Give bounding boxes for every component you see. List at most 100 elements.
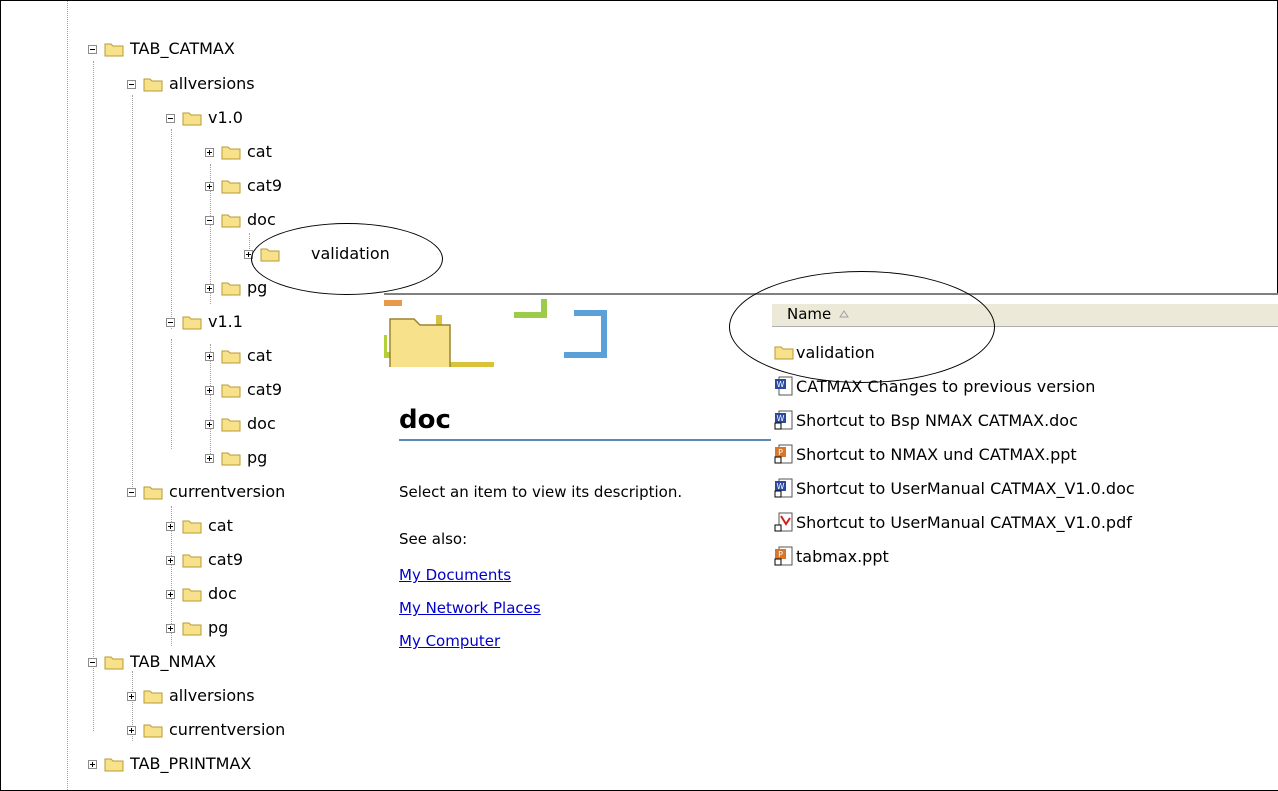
folder-icon: [182, 520, 202, 534]
tree-node-label: TAB_NMAX: [130, 652, 217, 671]
folder-icon: [104, 656, 124, 670]
word-document-icon: W: [775, 376, 793, 396]
link-my-network-places[interactable]: My Network Places: [399, 599, 541, 617]
tree-guide: [171, 339, 172, 449]
tree-node-label: v1.0: [208, 108, 243, 127]
link-my-documents[interactable]: My Documents: [399, 566, 511, 584]
list-item[interactable]: P Shortcut to NMAX und CATMAX.ppt: [774, 441, 1077, 467]
collapse-icon[interactable]: [88, 658, 97, 667]
collapse-icon[interactable]: [166, 318, 175, 327]
screenshot-frame: TAB_CATMAX allversions v1.0 cat cat9 doc: [0, 0, 1278, 791]
svg-text:W: W: [777, 414, 785, 423]
expand-icon[interactable]: [205, 420, 214, 429]
tree-node-label: cat9: [247, 176, 283, 195]
tree-node-label: doc: [247, 210, 276, 229]
folder-icon: [221, 384, 241, 398]
expand-icon[interactable]: [88, 760, 97, 769]
powerpoint-shortcut-icon: P: [774, 444, 793, 464]
folder-tree: TAB_CATMAX allversions v1.0 cat cat9 doc: [1, 1, 443, 790]
folder-icon: [182, 316, 202, 330]
tree-guide: [93, 61, 94, 731]
tree-node-label: v1.1: [208, 312, 243, 331]
list-item[interactable]: Shortcut to UserManual CATMAX_V1.0.pdf: [774, 509, 1132, 535]
file-name: validation: [796, 342, 875, 362]
tree-node-label: allversions: [169, 686, 255, 705]
svg-text:P: P: [778, 550, 783, 559]
list-item[interactable]: P tabmax.ppt: [774, 543, 889, 569]
folder-icon: [143, 486, 163, 500]
tree-node-label: cat: [247, 346, 272, 365]
folder-icon: [143, 690, 163, 704]
see-also-label: See also:: [399, 530, 468, 548]
expand-icon[interactable]: [127, 692, 136, 701]
link-my-computer[interactable]: My Computer: [399, 632, 500, 650]
folder-icon: [182, 554, 202, 568]
list-item[interactable]: W Shortcut to UserManual CATMAX_V1.0.doc: [774, 475, 1135, 501]
collapse-icon[interactable]: [127, 80, 136, 89]
folder-icon: [221, 418, 241, 432]
folder-icon: [182, 622, 202, 636]
folder-banner-graphic: [384, 299, 607, 367]
expand-icon[interactable]: [244, 250, 253, 259]
tree-node-label: doc: [247, 414, 276, 433]
list-item[interactable]: validation: [774, 339, 875, 365]
expand-icon[interactable]: [166, 522, 175, 531]
file-name: Shortcut to NMAX und CATMAX.ppt: [796, 444, 1077, 464]
tree-node-label: doc: [208, 584, 237, 603]
svg-text:W: W: [777, 380, 785, 389]
folder-title: doc: [399, 405, 451, 435]
tree-node-label: validation: [311, 244, 390, 263]
folder-icon: [260, 248, 280, 262]
expand-icon[interactable]: [205, 284, 214, 293]
folder-icon: [143, 724, 163, 738]
tree-node-label: TAB_CATMAX: [130, 39, 235, 58]
expand-icon[interactable]: [166, 624, 175, 633]
folder-icon: [221, 282, 241, 296]
tree-node-label: TAB_PRINTMAX: [130, 754, 252, 773]
expand-icon[interactable]: [205, 386, 214, 395]
explorer-panel: doc Select an item to view its descripti…: [384, 293, 1278, 790]
collapse-icon[interactable]: [205, 216, 214, 225]
file-name: CATMAX Changes to previous version: [796, 376, 1096, 396]
list-item[interactable]: W CATMAX Changes to previous version: [774, 373, 1095, 399]
tree-node-label: currentversion: [169, 720, 286, 739]
folder-icon: [774, 346, 794, 360]
expand-icon[interactable]: [205, 148, 214, 157]
expand-icon[interactable]: [205, 182, 214, 191]
folder-icon: [221, 350, 241, 364]
file-name: Shortcut to UserManual CATMAX_V1.0.doc: [796, 478, 1135, 498]
tree-node-label: pg: [208, 618, 229, 637]
folder-icon: [182, 588, 202, 602]
description-text: Select an item to view its description.: [399, 483, 683, 501]
tree-guide: [171, 129, 172, 329]
tree-node-label: currentversion: [169, 482, 286, 501]
expand-icon[interactable]: [127, 726, 136, 735]
column-label: Name: [787, 305, 832, 323]
folder-icon: [104, 43, 124, 57]
name-column-header[interactable]: Name: [772, 303, 1278, 327]
tree-node-label: cat9: [208, 550, 244, 569]
expand-icon[interactable]: [166, 590, 175, 599]
collapse-icon[interactable]: [166, 114, 175, 123]
tree-node-label: pg: [247, 448, 268, 467]
tree-node-label: allversions: [169, 74, 255, 93]
file-name: tabmax.ppt: [796, 546, 889, 566]
collapse-icon[interactable]: [127, 488, 136, 497]
folder-icon: [221, 180, 241, 194]
collapse-icon[interactable]: [88, 45, 97, 54]
list-item[interactable]: W Shortcut to Bsp NMAX CATMAX.doc: [774, 407, 1078, 433]
folder-icon: [221, 146, 241, 160]
svg-text:W: W: [777, 482, 785, 491]
expand-icon[interactable]: [205, 454, 214, 463]
word-shortcut-icon: W: [774, 410, 793, 430]
folder-icon: [104, 758, 124, 772]
tree-node-label: cat9: [247, 380, 283, 399]
tree-guide: [67, 1, 68, 790]
folder-icon: [221, 452, 241, 466]
expand-icon[interactable]: [166, 556, 175, 565]
tree-node-label: pg: [247, 278, 268, 297]
expand-icon[interactable]: [205, 352, 214, 361]
title-divider: [399, 439, 771, 441]
tree-node-label: cat: [208, 516, 233, 535]
file-name: Shortcut to UserManual CATMAX_V1.0.pdf: [796, 512, 1132, 532]
